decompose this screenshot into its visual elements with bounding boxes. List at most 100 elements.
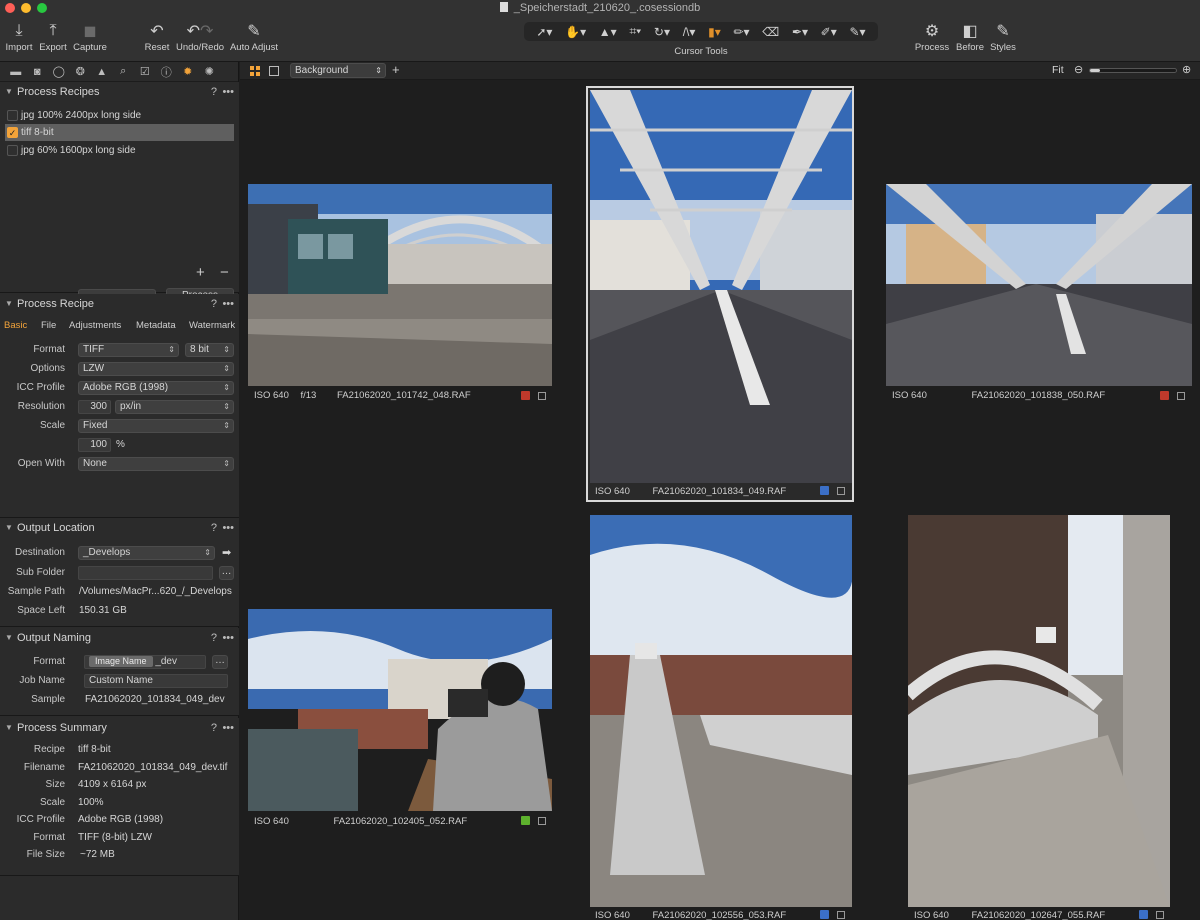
process-recipe-header[interactable]: ▼ Process Recipe ? ••• (0, 294, 239, 314)
color-tag[interactable] (521, 816, 530, 825)
output-tab-icon[interactable]: ✹ (177, 65, 199, 78)
subfolder-input[interactable] (78, 566, 213, 580)
rotate-tool-icon[interactable]: ↻▾ (654, 25, 670, 39)
before-button[interactable]: ◧ Before (954, 20, 986, 53)
icc-select[interactable]: Adobe RGB (1998) ⇕ (78, 381, 234, 395)
metadata-icon[interactable] (1156, 911, 1164, 919)
batch-tab-icon[interactable]: ✺ (199, 65, 221, 78)
destination-select[interactable]: _Develops ⇕ (78, 546, 215, 560)
brush-tool-icon[interactable]: ✏▾ (733, 25, 749, 39)
help-icon[interactable]: ? (211, 518, 217, 538)
undo-redo-button[interactable]: ↶ ↷ Undo/Redo (175, 20, 225, 53)
annotate-tool-icon[interactable]: ✐▾ (821, 25, 837, 39)
tab-file[interactable]: File (41, 320, 56, 331)
keystone-tool-icon[interactable]: /\▾ (683, 25, 696, 39)
color-tag[interactable] (1160, 391, 1169, 400)
thumbnail-image[interactable] (886, 184, 1192, 386)
tab-metadata[interactable]: Metadata (136, 320, 176, 331)
options-select[interactable]: LZW ⇕ (78, 362, 234, 376)
output-naming-header[interactable]: ▼ Output Naming ? ••• (0, 628, 239, 648)
color-tag[interactable] (820, 910, 829, 919)
eraser-tool-icon[interactable]: ⌫ (762, 25, 779, 39)
output-location-header[interactable]: ▼ Output Location ? ••• (0, 518, 239, 538)
more-icon[interactable]: ••• (222, 628, 234, 648)
library-tab-icon[interactable]: ▬ (5, 66, 27, 78)
zoom-out-icon[interactable]: ⊖ (1074, 63, 1083, 76)
zoom-slider[interactable] (1089, 68, 1177, 73)
more-icon[interactable]: ••• (222, 294, 234, 314)
adjustments-tab-icon[interactable]: ☑ (134, 65, 156, 78)
zoom-in-icon[interactable]: ⊕ (1182, 63, 1191, 76)
help-icon[interactable]: ? (211, 294, 217, 314)
tab-watermark[interactable]: Watermark (189, 320, 235, 331)
gradient-tool-icon[interactable]: ▮▾ (708, 25, 721, 39)
process-toolbar-button[interactable]: ⚙ Process (914, 20, 950, 53)
more-icon[interactable]: ••• (222, 518, 234, 538)
format-select[interactable]: TIFF ⇕ (78, 343, 179, 357)
metadata-icon[interactable] (538, 392, 546, 400)
color-tag[interactable] (1139, 910, 1148, 919)
arrow-right-icon[interactable]: ➡ (222, 545, 231, 561)
picker-tool-icon[interactable]: ✒▾ (792, 25, 808, 39)
metadata-tab-icon[interactable]: ⓘ (156, 64, 178, 80)
add-recipe-icon[interactable]: + (196, 264, 205, 281)
fit-button[interactable]: Fit (1052, 64, 1064, 76)
draw-tool-icon[interactable]: ✎▾ (849, 25, 865, 39)
scale-percent-input[interactable]: 100 (78, 438, 111, 452)
add-view-icon[interactable]: + (392, 62, 400, 77)
help-icon[interactable]: ? (211, 82, 217, 102)
image-name-token[interactable]: Image Name (89, 656, 153, 667)
naming-format-input[interactable]: Image Name _dev (84, 655, 206, 669)
process-summary-header[interactable]: ▼ Process Summary ? ••• (0, 718, 239, 738)
metadata-icon[interactable] (837, 911, 845, 919)
crop-tool-icon[interactable]: ⌗▾ (629, 24, 641, 39)
job-name-input[interactable]: Custom Name (84, 674, 228, 688)
details-tab-icon[interactable]: ⌕ (113, 65, 135, 78)
open-with-select[interactable]: None ⇕ (78, 457, 234, 471)
scale-select[interactable]: Fixed ⇕ (78, 419, 234, 433)
color-tag[interactable] (820, 486, 829, 495)
metadata-icon[interactable] (538, 817, 546, 825)
tab-adjustments[interactable]: Adjustments (69, 320, 121, 331)
capture-button[interactable]: ◼ Capture (72, 20, 108, 53)
metadata-icon[interactable] (1177, 392, 1185, 400)
background-select[interactable]: Background ⇕ (290, 63, 386, 78)
auto-adjust-button[interactable]: ✎ Auto Adjust (229, 20, 279, 53)
thumbnail-image[interactable] (248, 609, 552, 811)
thumbnail-image[interactable] (248, 184, 552, 386)
exposure-tab-icon[interactable]: ▲ (91, 66, 113, 78)
export-button[interactable]: ⤒ Export (38, 20, 68, 53)
pan-tool-icon[interactable]: ✋▾ (565, 25, 586, 39)
metadata-icon[interactable] (837, 487, 845, 495)
zoom-slider-thumb[interactable] (1090, 69, 1100, 72)
process-recipes-header[interactable]: ▼ Process Recipes ? ••• (0, 82, 239, 102)
more-icon[interactable]: ••• (222, 82, 234, 102)
recipe-checkbox[interactable] (7, 110, 18, 121)
select-tool-icon[interactable]: ➚▾ (536, 25, 552, 39)
recipe-item[interactable]: jpg 100% 2400px long side (5, 107, 234, 124)
color-tab-icon[interactable]: ❂ (70, 65, 92, 78)
resolution-unit-select[interactable]: px/in ⇕ (115, 400, 234, 414)
loupe-tool-icon[interactable]: ▲▾ (599, 25, 617, 39)
capture-tab-icon[interactable]: ◙ (27, 66, 49, 78)
reset-button[interactable]: ↶ Reset (143, 20, 171, 53)
recipe-checkbox-checked[interactable]: ✓ (7, 127, 18, 138)
more-icon[interactable]: ••• (222, 718, 234, 738)
lens-tab-icon[interactable]: ◯ (48, 65, 70, 78)
color-tag[interactable] (521, 391, 530, 400)
recipe-item[interactable]: jpg 60% 1600px long side (5, 142, 234, 159)
help-icon[interactable]: ? (211, 718, 217, 738)
thumbnail-image[interactable] (908, 515, 1170, 907)
recipe-checkbox[interactable] (7, 145, 18, 156)
naming-format-more-button[interactable]: … (212, 655, 228, 669)
resolution-input[interactable]: 300 (78, 400, 111, 414)
subfolder-more-button[interactable]: … (219, 566, 234, 580)
import-button[interactable]: ⤓ Import (4, 20, 34, 53)
grid-view-icon[interactable] (250, 66, 260, 76)
recipe-item-selected[interactable]: ✓ tiff 8-bit (5, 124, 234, 141)
remove-recipe-icon[interactable]: − (220, 264, 229, 281)
tab-basic[interactable]: Basic (4, 320, 27, 331)
help-icon[interactable]: ? (211, 628, 217, 648)
single-view-icon[interactable] (269, 66, 279, 76)
bit-depth-select[interactable]: 8 bit ⇕ (185, 343, 234, 357)
